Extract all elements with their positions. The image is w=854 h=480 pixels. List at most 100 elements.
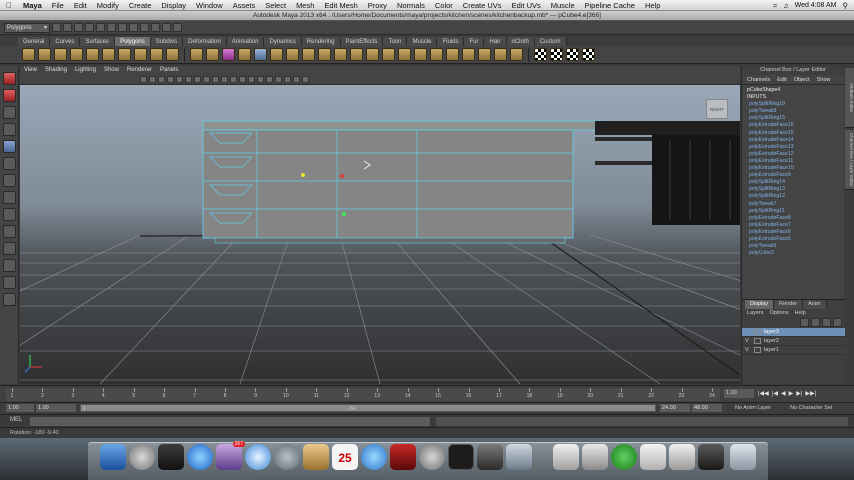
resolution-gate-icon[interactable] bbox=[194, 76, 201, 83]
separate-icon[interactable] bbox=[206, 48, 219, 61]
append-polygon-icon[interactable] bbox=[302, 48, 315, 61]
input-node[interactable]: polySplitRing15 bbox=[747, 115, 844, 122]
network-icon[interactable] bbox=[640, 444, 666, 470]
poly-cone-icon[interactable] bbox=[70, 48, 83, 61]
viewport-menu-shading[interactable]: Shading bbox=[45, 66, 67, 75]
preview-icon[interactable] bbox=[553, 444, 579, 470]
menu-mesh[interactable]: Mesh bbox=[291, 1, 319, 10]
layer-visibility-toggle[interactable]: V bbox=[745, 338, 751, 344]
combine-icon[interactable] bbox=[190, 48, 203, 61]
input-node[interactable]: polyExtrudeFace6 bbox=[747, 229, 844, 236]
launchpad-icon[interactable] bbox=[129, 444, 155, 470]
mirror-icon[interactable] bbox=[254, 48, 267, 61]
spherical-mapping-icon[interactable] bbox=[566, 48, 579, 61]
poly-cylinder-icon[interactable] bbox=[54, 48, 67, 61]
select-by-component-icon[interactable] bbox=[107, 23, 116, 32]
menu-edit-mesh[interactable]: Edit Mesh bbox=[319, 1, 362, 10]
bridge-icon[interactable] bbox=[286, 48, 299, 61]
four-view-layout-icon[interactable] bbox=[2, 225, 16, 238]
shelf-tab-fluids[interactable]: Fluids bbox=[437, 36, 465, 46]
viewport-menu-lighting[interactable]: Lighting bbox=[75, 66, 96, 75]
viewport-menu-panels[interactable]: Panels bbox=[160, 66, 178, 75]
scale-tool-icon[interactable] bbox=[2, 157, 16, 170]
render-settings-icon[interactable] bbox=[173, 23, 182, 32]
input-node[interactable]: polySplitRing14 bbox=[747, 179, 844, 186]
contacts-icon[interactable] bbox=[303, 444, 329, 470]
apple-menu-icon[interactable]:  bbox=[0, 1, 18, 10]
menu-normals[interactable]: Normals bbox=[392, 1, 430, 10]
rotate-tool-icon[interactable] bbox=[2, 140, 16, 153]
wireframe-on-shaded-icon[interactable] bbox=[257, 76, 264, 83]
app-store-icon[interactable] bbox=[187, 444, 213, 470]
layer-row[interactable]: V layer2 bbox=[742, 337, 845, 346]
shelf-tab-muscle[interactable]: Muscle bbox=[407, 36, 438, 46]
command-input[interactable] bbox=[30, 417, 430, 426]
input-node[interactable]: polyTweak8 bbox=[747, 108, 844, 115]
boolean-icon[interactable] bbox=[222, 48, 235, 61]
input-node[interactable]: polyExtrudeFace15 bbox=[747, 130, 844, 137]
bevel-icon[interactable] bbox=[382, 48, 395, 61]
spotlight-icon[interactable]: ⚲ bbox=[843, 1, 849, 10]
select-by-object-icon[interactable] bbox=[96, 23, 105, 32]
textured-icon[interactable] bbox=[266, 76, 273, 83]
menu-muscle[interactable]: Muscle bbox=[546, 1, 580, 10]
move-tool-icon[interactable] bbox=[2, 123, 16, 136]
smooth-shade-icon[interactable] bbox=[248, 76, 255, 83]
input-node[interactable]: polySplitRing12 bbox=[747, 193, 844, 200]
snap-point-icon[interactable] bbox=[140, 23, 149, 32]
camera-icon[interactable] bbox=[140, 76, 147, 83]
ipr-render-icon[interactable] bbox=[162, 23, 171, 32]
menu-pipeline-cache[interactable]: Pipeline Cache bbox=[580, 1, 640, 10]
select-by-hierarchy-icon[interactable] bbox=[85, 23, 94, 32]
shelf-tab-curves[interactable]: Curves bbox=[50, 36, 81, 46]
fill-hole-icon[interactable] bbox=[398, 48, 411, 61]
poke-face-icon[interactable] bbox=[430, 48, 443, 61]
channel-box-menu-edit[interactable]: Edit bbox=[777, 75, 786, 84]
layer-menu-layers[interactable]: Layers bbox=[747, 309, 764, 318]
input-node[interactable]: polyCube3 bbox=[747, 250, 844, 257]
shelf-tab-toon[interactable]: Toon bbox=[383, 36, 408, 46]
play-backward-icon[interactable]: ◀ bbox=[781, 390, 786, 397]
shelf-tab-hair[interactable]: Hair bbox=[484, 36, 507, 46]
split-polygon-icon[interactable] bbox=[318, 48, 331, 61]
input-node[interactable]: polyExtrudeFace12 bbox=[747, 151, 844, 158]
viewport-panel[interactable]: View Shading Lighting Show Renderer Pane… bbox=[20, 66, 740, 384]
shelf-tab-surfaces[interactable]: Surfaces bbox=[80, 36, 116, 46]
gate-mask-icon[interactable] bbox=[203, 76, 210, 83]
move-layer-up-icon[interactable] bbox=[800, 318, 809, 327]
menu-create-uvs[interactable]: Create UVs bbox=[458, 1, 507, 10]
shelf-tab-general[interactable]: General bbox=[18, 36, 51, 46]
go-to-start-icon[interactable]: |◀◀ bbox=[758, 390, 769, 397]
viewport-menu-view[interactable]: View bbox=[24, 66, 37, 75]
input-node[interactable]: polySplitRing13 bbox=[747, 186, 844, 193]
input-node[interactable]: polyExtrudeFace13 bbox=[747, 144, 844, 151]
viewport-scene[interactable]: RIGHT bbox=[20, 85, 740, 384]
menu-select[interactable]: Select bbox=[260, 1, 291, 10]
render-icon[interactable] bbox=[151, 23, 160, 32]
documents-stack-icon[interactable] bbox=[669, 444, 695, 470]
viewcube[interactable]: RIGHT bbox=[706, 99, 728, 119]
volume-icon[interactable]: ♫ bbox=[783, 1, 789, 10]
step-back-icon[interactable]: |◀ bbox=[772, 390, 778, 397]
snap-grid-icon[interactable] bbox=[118, 23, 127, 32]
menu-edit[interactable]: Edit bbox=[69, 1, 92, 10]
new-scene-icon[interactable] bbox=[52, 23, 61, 32]
calendar-icon[interactable]: 25 bbox=[332, 444, 358, 470]
playback-start-field[interactable]: 1.00 bbox=[36, 404, 76, 412]
itunes-icon[interactable] bbox=[361, 444, 387, 470]
start-time-field[interactable]: 1.00 bbox=[6, 404, 34, 412]
shadows-icon[interactable] bbox=[284, 76, 291, 83]
select-tool-icon[interactable] bbox=[2, 72, 16, 85]
menu-assets[interactable]: Assets bbox=[228, 1, 261, 10]
shelf-tab-subdivs[interactable]: Subdivs bbox=[150, 36, 184, 46]
layer-menu-options[interactable]: Options bbox=[770, 309, 789, 318]
input-node[interactable]: polyExtrudeFace7 bbox=[747, 222, 844, 229]
menu-file[interactable]: File bbox=[47, 1, 69, 10]
layer-visibility-toggle[interactable]: V bbox=[745, 347, 751, 353]
bookmark-icon[interactable] bbox=[158, 76, 165, 83]
poly-prism-icon[interactable] bbox=[118, 48, 131, 61]
layer-tab-render[interactable]: Render bbox=[774, 300, 804, 309]
outliner-icon[interactable] bbox=[2, 293, 16, 306]
layer-color-swatch[interactable] bbox=[754, 338, 761, 344]
single-perspective-layout-icon[interactable] bbox=[2, 208, 16, 221]
